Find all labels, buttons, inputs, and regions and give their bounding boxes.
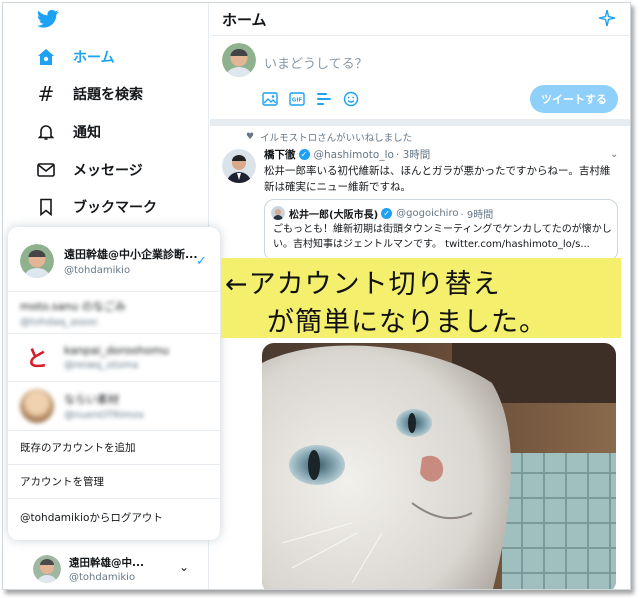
account-name: moto.sanu のなごみ — [20, 300, 126, 313]
annotation-line-1: ←アカウント切り替え — [225, 269, 501, 300]
nav-home-label: ホーム — [73, 50, 115, 66]
avatar — [20, 389, 54, 423]
compose-input[interactable]: いまどうしてる？ — [264, 53, 368, 72]
divider — [8, 381, 220, 382]
page-title: ホーム — [222, 11, 267, 29]
annotation-line-2: が簡単になりました。 — [267, 307, 547, 338]
logout-button[interactable]: @tohdamikioからログアウト — [20, 510, 163, 525]
account-handle: @tohdaq_assoc — [20, 317, 99, 328]
avatar: と — [20, 340, 54, 374]
nav-notifications-label: 通知 — [73, 125, 101, 141]
svg-text:GIF: GIF — [292, 98, 303, 104]
liked-by-context: ♥ イルモストロさんがいいねしました — [246, 130, 412, 144]
mail-icon — [35, 159, 57, 181]
avatar[interactable] — [222, 149, 256, 183]
quoted-tweet-text: ごもっとも！維新初期は街頭タウンミーティングでケンカしてたのが懐かしい。吉村知事… — [273, 224, 612, 250]
account-handle: @nuenOTRimos — [64, 410, 144, 421]
account-name: 遠田幹雄@中小企業診断... — [64, 248, 198, 261]
account-name: 遠田幹雄@中... — [69, 557, 144, 569]
hashtag-icon: # — [37, 82, 55, 106]
nav-bookmarks[interactable]: ブックマーク — [35, 190, 157, 224]
nav-home[interactable]: ホーム — [35, 40, 115, 74]
account-option[interactable]: moto.sanu のなごみ @tohdaq_assoc — [8, 293, 220, 333]
tweet-button[interactable]: ツイートする — [530, 85, 618, 113]
divider — [8, 498, 220, 499]
quoted-tweet[interactable]: 松井一郎(大阪市長) ✓ @gogoichiro · 9時間 ごもっとも！維新初… — [264, 199, 618, 261]
quoted-author-handle: @gogoichiro — [396, 208, 459, 219]
gif-icon[interactable]: GIF — [289, 91, 305, 107]
divider — [210, 35, 630, 36]
image-icon[interactable] — [262, 91, 278, 107]
divider — [8, 430, 220, 431]
divider — [210, 119, 630, 126]
quoted-author-name: 松井一郎(大阪市長) — [289, 210, 379, 221]
avatar — [222, 43, 256, 77]
nav-notifications[interactable]: 通知 — [35, 115, 101, 149]
verified-icon: ✓ — [298, 149, 310, 160]
annotation-callout: ←アカウント切り替え が簡単になりました。 — [221, 258, 621, 338]
account-name: kanpai_doroohomu — [64, 343, 170, 357]
nav-messages[interactable]: メッセージ — [35, 153, 143, 187]
poll-icon[interactable] — [316, 91, 332, 107]
account-handle: @tohdamikio — [64, 265, 131, 276]
account-switcher-menu: 遠田幹雄@中小企業診断... @tohdamikio ✓ moto.sanu の… — [8, 227, 220, 540]
quoted-tweet-time: · 9時間 — [460, 210, 494, 221]
divider — [8, 464, 220, 465]
home-icon — [35, 46, 57, 68]
account-option[interactable]: ならい素材 @nuenOTRimos — [8, 383, 220, 429]
bell-icon — [35, 121, 57, 143]
tweet-author-name[interactable]: 橋下徹 — [264, 147, 296, 162]
checkmark-icon: ✓ — [196, 254, 207, 269]
avatar — [20, 244, 54, 278]
bookmark-icon — [35, 196, 57, 218]
verified-icon: ✓ — [381, 208, 393, 219]
chevron-down-icon: ⌄ — [179, 560, 190, 574]
quoted-tweet-header: 松井一郎(大阪市長) ✓ @gogoichiro · 9時間 — [289, 206, 493, 221]
emoji-icon[interactable] — [343, 91, 359, 107]
sparkle-icon[interactable] — [598, 9, 616, 27]
nav-messages-label: メッセージ — [73, 163, 143, 179]
tweet-author-handle[interactable]: @hashimoto_lo — [314, 149, 394, 161]
avatar — [33, 555, 61, 583]
liked-by-label: イルモストロさんがいいねしました — [260, 133, 413, 144]
account-handle: @tohdamikio — [69, 572, 136, 583]
account-current[interactable]: 遠田幹雄@中小企業診断... @tohdamikio — [8, 239, 220, 283]
divider — [8, 291, 220, 292]
nav-explore-label: 話題を検索 — [73, 87, 143, 103]
account-switcher-button[interactable]: 遠田幹雄@中... @tohdamikio ⌄ — [33, 551, 203, 587]
screenshot-frame: ホーム # 話題を検索 通知 メッセージ ブックマーク 遠田幹雄@中... @t… — [2, 2, 631, 590]
tweet-time[interactable]: · 3時間 — [396, 147, 430, 162]
divider — [8, 333, 220, 334]
account-name: ならい素材 — [64, 393, 119, 406]
twitter-bird-icon[interactable] — [37, 9, 59, 29]
tweet-text: 松井一郎率いる初代維新は、ほんとガラが悪かったですからねー。吉村維新は確実にニュ… — [264, 165, 611, 193]
tweet-header: 橋下徹 ✓ @hashimoto_lo · 3時間 — [264, 147, 430, 162]
nav-explore[interactable]: # 話題を検索 — [35, 77, 143, 111]
chevron-down-icon[interactable]: ⌄ — [610, 149, 618, 160]
nav-bookmarks-label: ブックマーク — [73, 200, 157, 216]
avatar — [271, 206, 285, 220]
tweet-photo[interactable] — [262, 343, 616, 590]
heart-icon: ♥ — [246, 132, 255, 142]
account-option[interactable]: と kanpai_doroohomu @reiwq_otoma — [8, 335, 220, 379]
account-handle: @reiwq_otoma — [64, 359, 139, 371]
add-existing-account-button[interactable]: 既存のアカウントを追加 — [20, 440, 136, 455]
manage-accounts-button[interactable]: アカウントを管理 — [20, 474, 104, 489]
